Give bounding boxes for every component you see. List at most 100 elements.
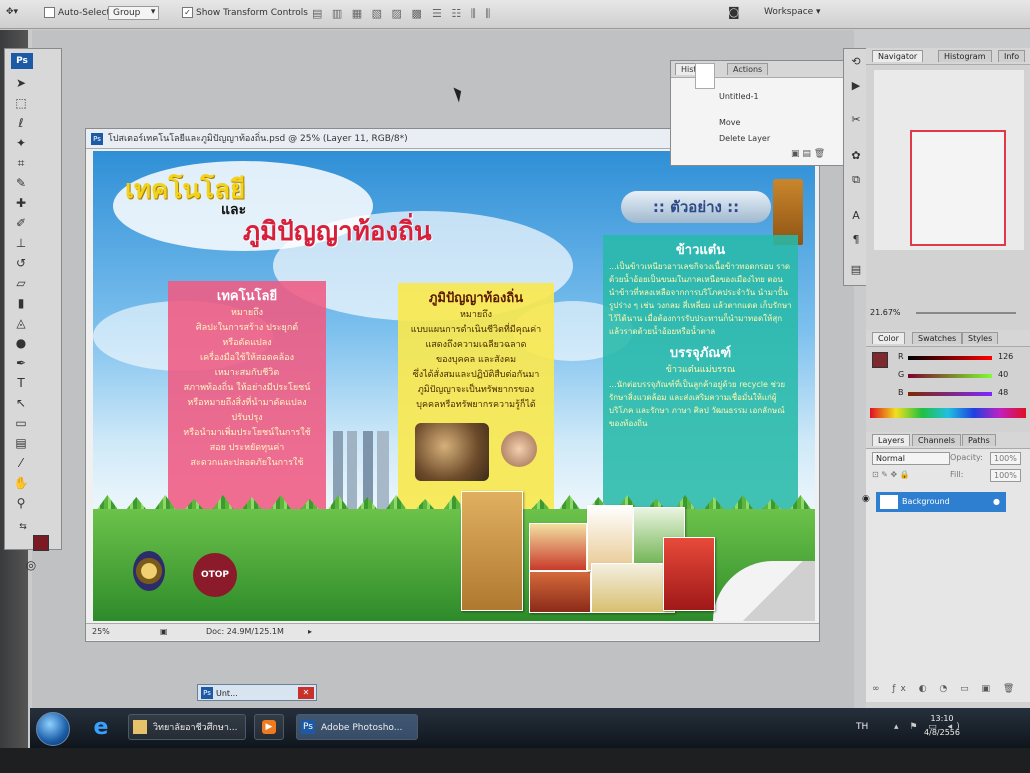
language-indicator[interactable]: TH (856, 722, 868, 732)
workspace-button[interactable]: Workspace ▾ (764, 7, 821, 17)
navigator-zoom-value[interactable]: 21.67% (870, 308, 901, 317)
tab-layers[interactable]: Layers (872, 434, 911, 446)
clone-stamp-tool-icon[interactable]: ⊥ (13, 235, 29, 251)
snapshot-thumbnail[interactable] (695, 63, 715, 89)
tab-actions[interactable]: Actions (727, 63, 769, 75)
layer-visibility-eye-icon[interactable]: ◉ (862, 494, 870, 504)
quick-mask-icon[interactable]: ◎ (23, 557, 39, 573)
brush-tool-icon[interactable]: ✐ (13, 215, 29, 231)
close-icon[interactable]: ✕ (298, 687, 314, 699)
product-box-image (529, 571, 591, 613)
type-tool-icon[interactable]: T (13, 375, 29, 391)
path-select-tool-icon[interactable]: ↖ (13, 395, 29, 411)
status-menu-arrow-icon[interactable]: ▸ (308, 624, 312, 640)
paragraph-panel-icon[interactable]: ¶ (849, 233, 863, 247)
document-size: Doc: 24.9M/125.1M (206, 627, 284, 636)
start-button[interactable] (36, 712, 70, 746)
blend-mode-dropdown[interactable]: Normal (872, 452, 950, 465)
move-tool-icon[interactable]: ➤ (13, 75, 29, 91)
navigator-preview[interactable] (874, 70, 1024, 250)
color-b-slider[interactable] (908, 392, 992, 396)
fill-field[interactable]: 100% (990, 469, 1021, 482)
wisdom-line: ซึ่งได้สั่งสมและปฏิบัติสืบต่อกันมา (412, 370, 540, 380)
clock-date: 4/8/2556 (924, 728, 960, 737)
color-r-value[interactable]: 126 (998, 352, 1013, 361)
packaging-heading: บรรจุภัณฑ์ (669, 346, 732, 361)
packaging-text: ...นักต่อบรรจุภัณฑ์ที่เป็นลูกค้าอยู่ด้วย… (609, 380, 786, 428)
eraser-tool-icon[interactable]: ▱ (13, 275, 29, 291)
color-fg-swatch[interactable] (872, 352, 888, 368)
opacity-field[interactable]: 100% (990, 452, 1021, 465)
taskbar-clock[interactable]: 13:10 4/8/2556 (914, 712, 970, 740)
school-seal-logo (133, 551, 165, 591)
tab-navigator[interactable]: Navigator (872, 50, 924, 62)
technology-line: สอย ประหยัดทุนค่า (209, 443, 285, 453)
crop-tool-icon[interactable]: ⌗ (13, 155, 29, 171)
tool-presets-icon[interactable]: ✂ (849, 113, 863, 127)
poster-title-wisdom: ภูมิปัญญาท้องถิ่น (243, 217, 432, 247)
history-panel-buttons[interactable]: ▣ ▤ 🗑 (791, 149, 825, 159)
character-panel-icon[interactable]: A (849, 209, 863, 223)
lasso-tool-icon[interactable]: ℓ (13, 115, 29, 131)
dodge-tool-icon[interactable]: ● (13, 335, 29, 351)
technology-line: สภาพท้องถิ่น ให้อย่างมีประโยชน์ (183, 383, 311, 393)
layers-panel-buttons[interactable]: ∞ ƒx ◐ ◔ ▭ ▣ 🗑 (872, 684, 1019, 694)
tab-channels[interactable]: Channels (912, 434, 962, 446)
shape-tool-icon[interactable]: ▭ (13, 415, 29, 431)
color-g-value[interactable]: 40 (998, 370, 1008, 379)
history-panel-icon[interactable]: ⟲ (849, 55, 863, 69)
history-brush-tool-icon[interactable]: ↺ (13, 255, 29, 271)
foreground-color-swatch[interactable] (33, 535, 49, 551)
layer-row-background[interactable]: Background ● (876, 492, 1006, 512)
tab-color[interactable]: Color (872, 332, 905, 344)
tab-swatches[interactable]: Swatches (912, 332, 963, 344)
tab-paths[interactable]: Paths (962, 434, 996, 446)
blur-tool-icon[interactable]: ◬ (13, 315, 29, 331)
clone-source-icon[interactable]: ⧉ (849, 173, 863, 187)
tab-histogram[interactable]: Histogram (938, 50, 992, 62)
status-icon[interactable]: ▣ (160, 624, 168, 640)
media-player-icon: ▶ (262, 720, 276, 734)
document-status-bar: 25% ▣ Doc: 24.9M/125.1M ▸ (86, 623, 819, 640)
taskbar-item-media[interactable]: ▶ (254, 714, 284, 740)
align-buttons[interactable]: ▤ ▥ ▦ ▧ ▨ ▩ (312, 7, 425, 20)
brushes-panel-icon[interactable]: ✿ (849, 149, 863, 163)
healing-tool-icon[interactable]: ✚ (13, 195, 29, 211)
tab-styles[interactable]: Styles (962, 332, 999, 344)
lock-icons[interactable]: ⊡ ✎ ✥ 🔒 (872, 470, 910, 479)
color-b-value[interactable]: 48 (998, 388, 1008, 397)
color-r-slider[interactable] (908, 356, 992, 360)
internet-explorer-icon[interactable]: e (86, 714, 116, 742)
marquee-tool-icon[interactable]: ⬚ (13, 95, 29, 111)
eyedropper2-tool-icon[interactable]: ⁄ (13, 455, 29, 471)
navigator-zoom-slider[interactable] (916, 312, 1016, 314)
swap-colors-icon[interactable]: ⇆ (15, 519, 31, 535)
hand-tool-icon[interactable]: ✋ (13, 475, 29, 491)
magic-wand-tool-icon[interactable]: ✦ (13, 135, 29, 151)
taskbar-item-photoshop[interactable]: Ps Adobe Photosho... (296, 714, 418, 740)
pen-tool-icon[interactable]: ✒ (13, 355, 29, 371)
navigator-view-box[interactable] (910, 130, 1006, 246)
zoom-tool-icon[interactable]: ⚲ (13, 495, 29, 511)
taskbar-item-folder[interactable]: วิทยาลัยอาชีวศึกษา... (128, 714, 246, 740)
auto-select-checkbox[interactable]: Auto-Select: (44, 7, 113, 18)
color-spectrum-ramp[interactable] (870, 408, 1026, 418)
move-tool-icon[interactable]: ✥▾ (6, 7, 18, 17)
notes-tool-icon[interactable]: ▤ (13, 435, 29, 451)
eyedropper-tool-icon[interactable]: ✎ (13, 175, 29, 191)
show-transform-checkbox[interactable]: ✓ Show Transform Controls (182, 7, 308, 18)
minimized-document-window[interactable]: Ps Unt... ✕ (197, 684, 317, 701)
opacity-label: Opacity: (950, 453, 983, 462)
auto-select-dropdown[interactable]: Group (108, 6, 160, 20)
zoom-level[interactable]: 25% (92, 624, 110, 640)
camera-icon[interactable]: ◙ (728, 5, 740, 19)
poster-canvas[interactable]: เทคโนโลยี และ ภูมิปัญญาท้องถิ่น เทคโนโลย… (93, 151, 815, 621)
gradient-tool-icon[interactable]: ▮ (13, 295, 29, 311)
color-g-slider[interactable] (908, 374, 992, 378)
actions-panel-icon[interactable]: ▶ (849, 79, 863, 93)
layer-comps-icon[interactable]: ▤ (849, 263, 863, 277)
distribute-buttons[interactable]: ☰ ☷ ⫼ ⫼ (432, 7, 493, 21)
tab-info[interactable]: Info (998, 50, 1026, 62)
villagers-photo (415, 423, 489, 481)
taskbar-folder-label: วิทยาลัยอาชีวศึกษา... (153, 723, 238, 733)
